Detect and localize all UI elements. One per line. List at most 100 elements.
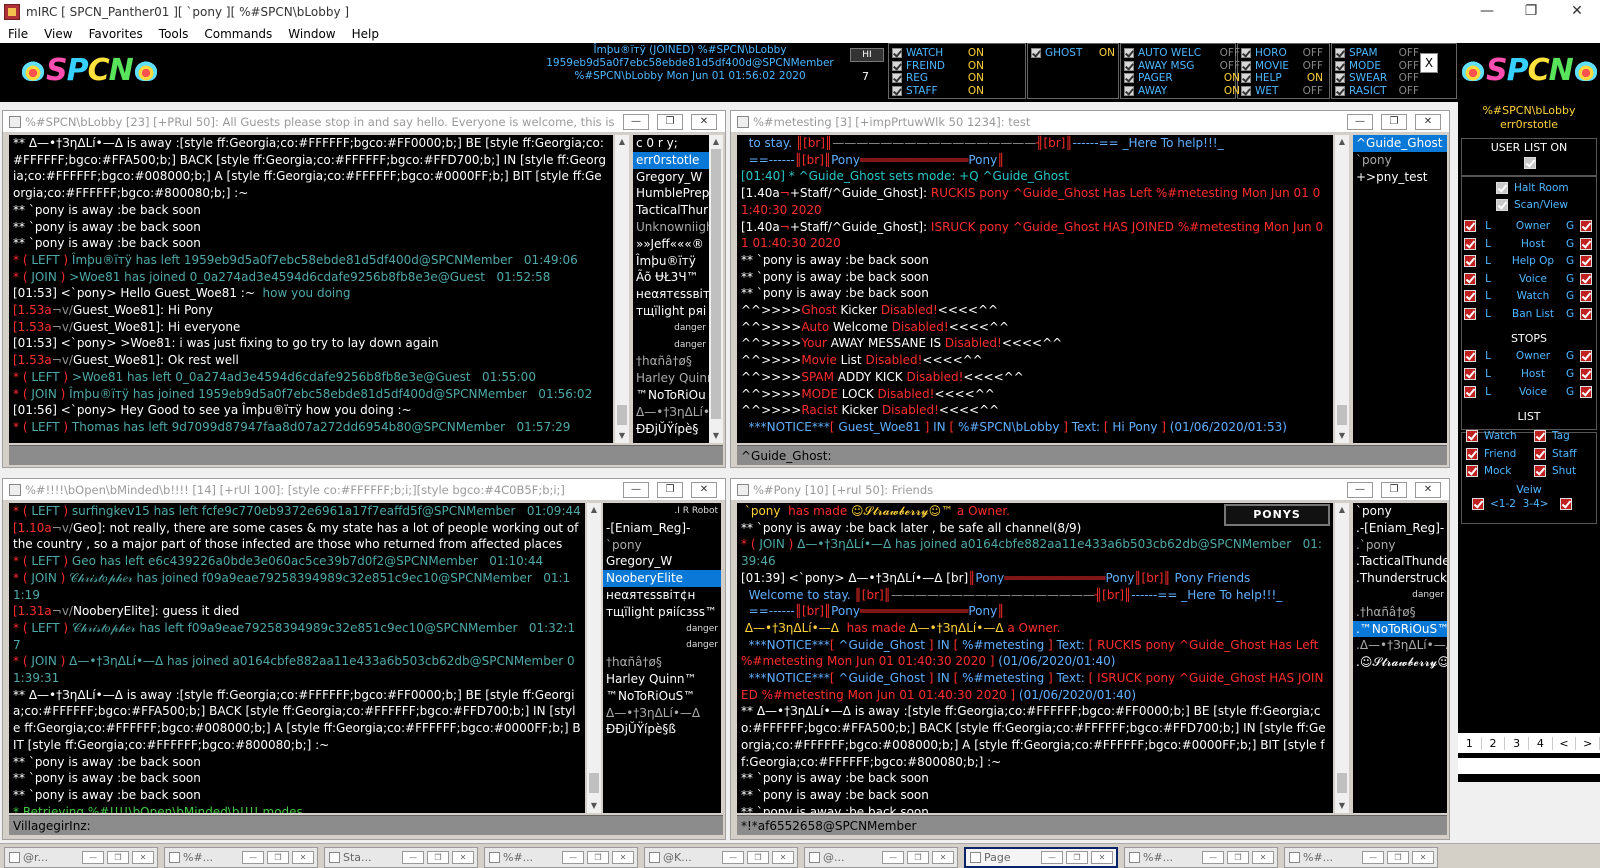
- nick-item[interactable]: `pony: [603, 537, 721, 554]
- nick-item[interactable]: .-[Eniam_Reg]-: [1353, 520, 1447, 537]
- checkbox-icon[interactable]: [1580, 367, 1592, 380]
- panel-row-help-op[interactable]: L Help Op G: [1458, 253, 1594, 269]
- switchbar-item[interactable]: %#... — ❐ ✕: [1124, 847, 1278, 868]
- panel-row-scan-view[interactable]: Scan/View: [1458, 197, 1594, 213]
- close-icon[interactable]: ✕: [932, 851, 954, 864]
- minimize-icon[interactable]: —: [1202, 851, 1224, 864]
- checkbox-icon[interactable]: [1560, 498, 1572, 510]
- scroll-thumb[interactable]: [1337, 405, 1347, 425]
- minimize-icon[interactable]: —: [562, 851, 584, 864]
- panel-row-host[interactable]: L Host G: [1458, 366, 1594, 382]
- nick-item[interactable]: +>pny_test: [1353, 169, 1447, 186]
- chat-log[interactable]: to stay. ║[br]║—————————————————╢[br]║--…: [737, 135, 1333, 443]
- nick-item[interactable]: .`pony: [1353, 537, 1447, 554]
- nick-item[interactable]: .™NoToRiOuS™: [1353, 620, 1447, 638]
- checkbox-icon[interactable]: [1241, 85, 1251, 96]
- scroll-up-icon[interactable]: ▲: [1335, 135, 1349, 149]
- nick-item[interactable]: Δ—•†ЗηΔLí•—Δ: [603, 705, 721, 722]
- page-4[interactable]: 4: [1529, 736, 1553, 750]
- nick-item[interactable]: ™NoToRiOu: [633, 387, 709, 404]
- restore-window-button[interactable]: ❐: [1381, 481, 1407, 498]
- scroll-up-icon[interactable]: ▲: [1335, 503, 1349, 517]
- nick-item[interactable]: Gregory_W: [633, 169, 709, 186]
- checkbox-icon[interactable]: [1124, 85, 1134, 96]
- scroll-down-icon[interactable]: ▼: [1335, 799, 1349, 813]
- menu-file[interactable]: File: [0, 27, 36, 41]
- menu-view[interactable]: View: [36, 27, 80, 41]
- checkbox-icon[interactable]: [1464, 237, 1476, 250]
- close-button[interactable]: ✕: [1554, 0, 1600, 24]
- switchbar-item[interactable]: %#... — ❐ ✕: [164, 847, 318, 868]
- nick-item[interactable]: .☺𝓢𝓽𝓻𝓪𝔀𝓫𝓮𝓻𝓻𝔂☺™: [1353, 654, 1447, 671]
- restore-window-button[interactable]: ❐: [1381, 113, 1407, 130]
- flag-toggle-watch[interactable]: WATCH ON: [892, 47, 984, 59]
- scroll-down-icon[interactable]: ▼: [587, 799, 601, 813]
- restore-icon[interactable]: ❐: [427, 851, 449, 864]
- restore-icon[interactable]: ❐: [1066, 851, 1088, 864]
- close-icon[interactable]: ✕: [1252, 851, 1274, 864]
- nick-item[interactable]: .Δ—•†ЗηΔLí•—Δ: [1353, 637, 1447, 654]
- window-lobby[interactable]: %#SPCN\bLobby [23] [+PRul 50]: All Guest…: [2, 110, 726, 468]
- checkbox-icon[interactable]: [1464, 367, 1476, 380]
- hi-button[interactable]: HI: [850, 48, 884, 62]
- flag-toggle-pager[interactable]: PAGER ON: [1124, 72, 1240, 84]
- checkbox-icon[interactable]: [1466, 465, 1478, 478]
- flag-toggle-rasict[interactable]: RASICT OFF: [1335, 85, 1419, 97]
- userlist-toggle[interactable]: [1462, 155, 1598, 171]
- scroll-down-icon[interactable]: ▼: [1335, 429, 1349, 443]
- close-icon[interactable]: ✕: [452, 851, 474, 864]
- minimize-window-button[interactable]: —: [623, 481, 649, 498]
- panel-row-owner[interactable]: L Owner G: [1458, 218, 1594, 234]
- window-caption[interactable]: %#Pony [10] [+rul 50]: Friends — ❐ ✕: [731, 479, 1449, 501]
- switchbar-item[interactable]: Page — ❐ ✕: [964, 847, 1118, 868]
- nick-item[interactable]: danger: [633, 320, 709, 337]
- nick-item[interactable]: тщїlight pяi: [633, 303, 709, 320]
- maximize-button[interactable]: ❐: [1508, 0, 1554, 24]
- veiw-range-row[interactable]: <1-2 3-4>: [1458, 496, 1594, 512]
- nick-item[interactable]: err0rstotle: [633, 151, 709, 169]
- nick-item[interactable]: danger: [603, 637, 721, 654]
- close-icon[interactable]: ✕: [292, 851, 314, 864]
- scroll-up-icon[interactable]: ▲: [709, 135, 723, 149]
- checkbox-icon[interactable]: [1335, 85, 1345, 96]
- chat-scrollbar[interactable]: ▲ ▼: [1335, 503, 1349, 813]
- nick-item[interactable]: Harley Quinn™: [633, 370, 709, 387]
- minimize-icon[interactable]: —: [242, 851, 264, 864]
- nick-item[interactable]: c 0 r y;: [633, 135, 709, 152]
- checkbox-icon[interactable]: [1534, 447, 1546, 460]
- checkbox-icon[interactable]: [1466, 447, 1478, 460]
- flag-toggle-wet[interactable]: WET OFF: [1241, 85, 1323, 97]
- list-row-watch[interactable]: Watch Tag: [1458, 428, 1594, 444]
- checkbox-icon[interactable]: [1241, 48, 1251, 58]
- flag-toggle-horo[interactable]: HORO OFF: [1241, 47, 1323, 59]
- checkbox-icon[interactable]: [1335, 73, 1345, 83]
- nick-item[interactable]: Harley Quinn™: [603, 671, 721, 688]
- checkbox-icon[interactable]: [1124, 73, 1134, 83]
- window-caption[interactable]: %#SPCN\bLobby [23] [+PRul 50]: All Guest…: [3, 111, 725, 133]
- menu-tools[interactable]: Tools: [151, 27, 197, 41]
- nick-item[interactable]: †hαñâ†ø§: [633, 353, 709, 370]
- chat-log[interactable]: ** Δ—•†ЗηΔLí•—Δ is away :[style ff:Georg…: [9, 135, 613, 443]
- flag-toggle-away-msg[interactable]: AWAY MSG OFF: [1124, 60, 1240, 72]
- close-icon[interactable]: ✕: [132, 851, 154, 864]
- scroll-up-icon[interactable]: ▲: [615, 135, 629, 149]
- checkbox-icon[interactable]: [1472, 498, 1484, 510]
- close-icon[interactable]: ✕: [612, 851, 634, 864]
- minimize-icon[interactable]: —: [82, 851, 104, 864]
- flag-toggle-auto-welc[interactable]: AUTO WELC OFF: [1124, 47, 1240, 59]
- checkbox-icon[interactable]: [1464, 255, 1476, 268]
- minimize-window-button[interactable]: —: [623, 113, 649, 130]
- restore-icon[interactable]: ❐: [107, 851, 129, 864]
- restore-icon[interactable]: ❐: [1227, 851, 1249, 864]
- minimize-icon[interactable]: —: [882, 851, 904, 864]
- nick-item[interactable]: HumblePrep: [633, 185, 709, 202]
- checkbox-icon[interactable]: [892, 73, 902, 83]
- checkbox-icon[interactable]: [1534, 465, 1546, 478]
- scroll-down-icon[interactable]: ▼: [615, 429, 629, 443]
- nick-item[interactable]: Gregory_W: [603, 553, 721, 570]
- window-pony[interactable]: %#Pony [10] [+rul 50]: Friends — ❐ ✕ `pony…: [730, 478, 1450, 840]
- nick-item[interactable]: TacticalThur: [633, 202, 709, 219]
- restore-icon[interactable]: ❐: [747, 851, 769, 864]
- checkbox-icon[interactable]: [1496, 182, 1508, 194]
- nick-list[interactable]: .I R Robot -[Eniam_Reg]- `pony Gregory_W Noo…: [603, 503, 721, 813]
